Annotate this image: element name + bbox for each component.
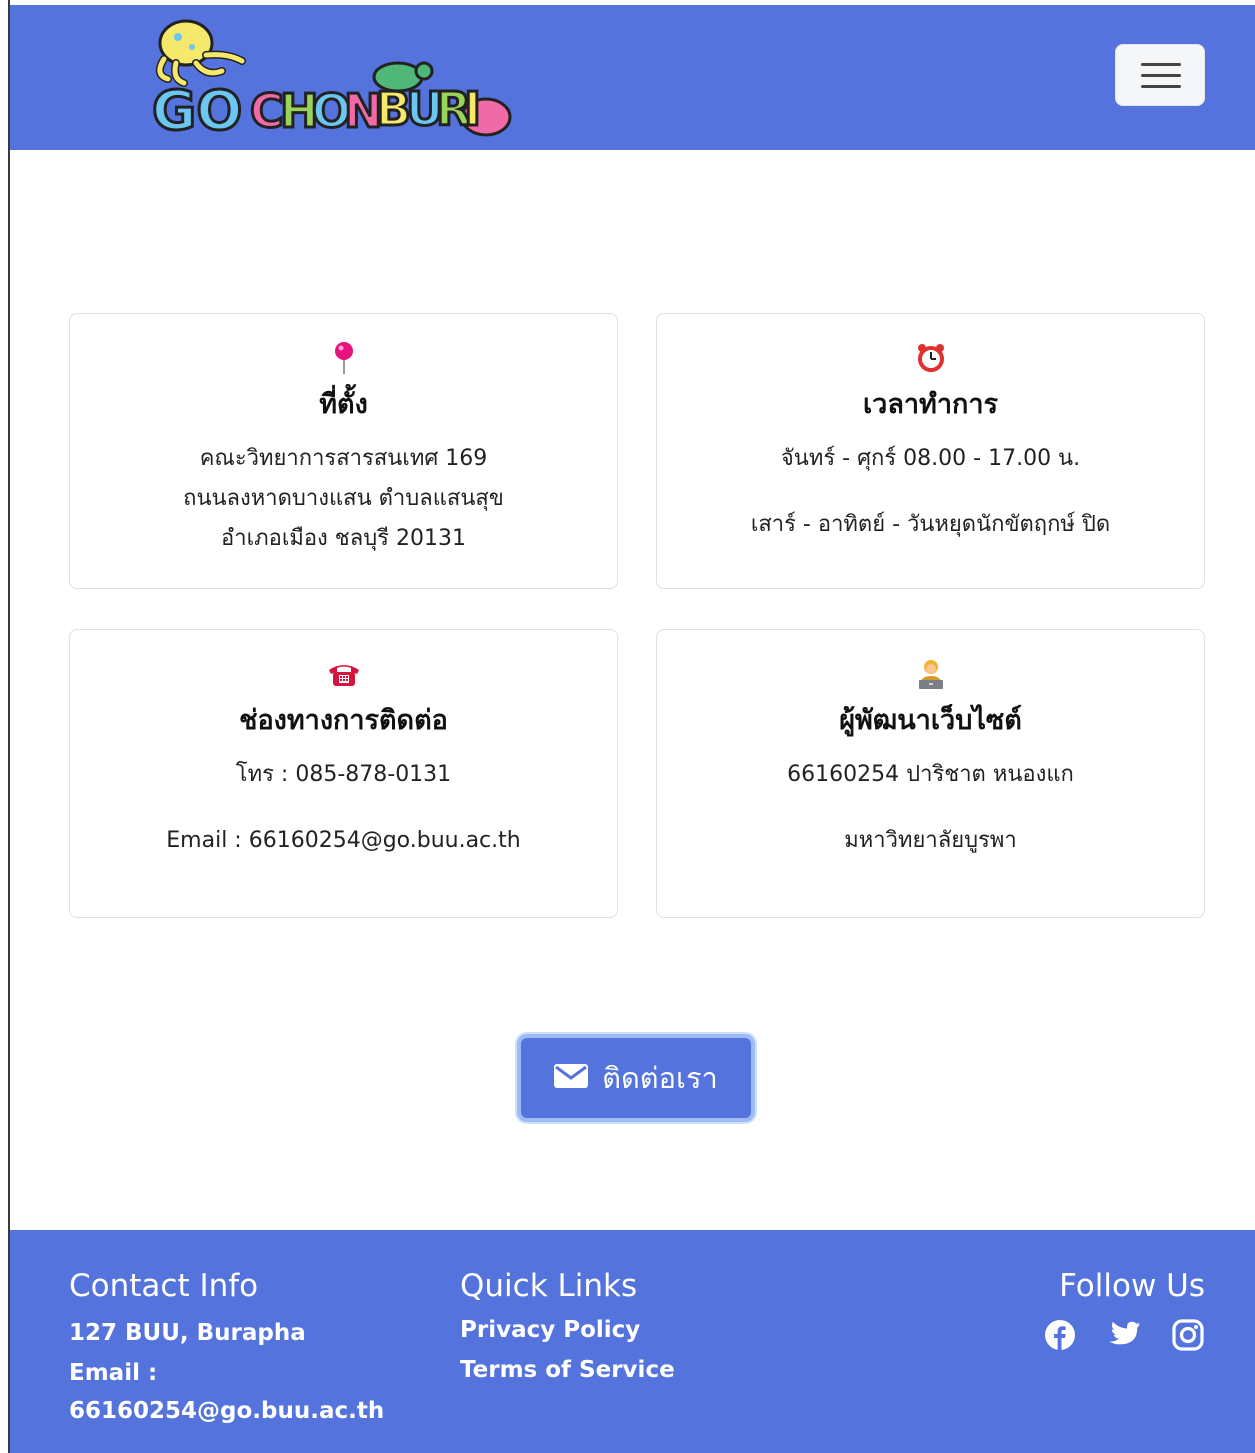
contact-us-button[interactable]: ติดต่อเรา bbox=[517, 1034, 755, 1122]
twitter-icon[interactable] bbox=[1107, 1318, 1141, 1352]
pin-icon bbox=[70, 340, 617, 376]
location-card: ที่ตั้ง คณะวิทยาการสารสนเทศ 169 ถนนลงหาด… bbox=[69, 313, 618, 589]
hours-weekday: จันทร์ - ศุกร์ 08.00 - 17.00 น. bbox=[780, 446, 1081, 471]
technologist-icon bbox=[657, 656, 1204, 692]
instagram-icon[interactable] bbox=[1171, 1318, 1205, 1352]
hamburger-line bbox=[1141, 74, 1181, 77]
terms-of-service-link[interactable]: Terms of Service bbox=[460, 1350, 675, 1390]
footer-address: 127 BUU, Burapha bbox=[69, 1320, 306, 1346]
hamburger-line bbox=[1141, 85, 1181, 88]
svg-text:C: C bbox=[250, 84, 284, 138]
card-title: ช่องทางการติดต่อ bbox=[239, 705, 448, 736]
brand-logo[interactable]: GO C H O N B U R I bbox=[146, 13, 516, 144]
svg-text:GO: GO bbox=[152, 79, 242, 142]
footer-heading: Contact Info bbox=[69, 1268, 259, 1304]
footer-heading: Follow Us bbox=[1059, 1268, 1205, 1304]
hours-weekend: เสาร์ - อาทิตย์ - วันหยุดนักขัตฤกษ์ ปิด bbox=[750, 512, 1111, 537]
contact-phone: โทร : 085-878-0131 bbox=[235, 762, 452, 787]
footer-email: 66160254@go.buu.ac.th bbox=[69, 1398, 385, 1424]
address-line: คณะวิทยาการสารสนเทศ 169 bbox=[199, 446, 488, 471]
contact-card: ช่องทางการติดต่อ โทร : 085-878-0131 Emai… bbox=[69, 629, 618, 918]
alarm-clock-icon bbox=[657, 340, 1204, 376]
privacy-policy-link[interactable]: Privacy Policy bbox=[460, 1310, 675, 1350]
telephone-icon bbox=[70, 656, 617, 692]
footer-quick-links: Quick Links Privacy Policy Terms of Serv… bbox=[460, 1268, 675, 1390]
footer-heading: Quick Links bbox=[460, 1268, 638, 1304]
footer: Contact Info 127 BUU, Burapha Email : 66… bbox=[10, 1230, 1255, 1453]
contact-us-label: ติดต่อเรา bbox=[602, 1061, 718, 1095]
hamburger-menu-icon bbox=[1141, 63, 1181, 66]
developer-university: มหาวิทยาลัยบูรพา bbox=[844, 828, 1017, 853]
facebook-icon[interactable] bbox=[1043, 1318, 1077, 1352]
developer-name: 66160254 ปาริชาต หนองแก bbox=[787, 762, 1074, 787]
address-line: อำเภอเมือง ชลบุรี 20131 bbox=[221, 526, 466, 551]
developer-card: ผู้พัฒนาเว็บไซต์ 66160254 ปาริชาต หนองแก… bbox=[656, 629, 1205, 918]
envelope-icon bbox=[554, 1061, 589, 1095]
footer-follow-us: Follow Us bbox=[1043, 1268, 1205, 1352]
navbar: GO C H O N B U R I bbox=[10, 5, 1255, 150]
card-title: ที่ตั้ง bbox=[319, 389, 368, 420]
card-title: ผู้พัฒนาเว็บไซต์ bbox=[839, 705, 1022, 736]
card-title: เวลาทำการ bbox=[862, 389, 999, 420]
svg-text:I: I bbox=[464, 82, 481, 136]
footer-email-label: Email : bbox=[69, 1360, 158, 1386]
footer-contact-info: Contact Info 127 BUU, Burapha Email : 66… bbox=[69, 1268, 384, 1428]
address-line: ถนนลงหาดบางแสน ตำบลแสนสุข bbox=[183, 486, 504, 511]
navbar-toggler-button[interactable] bbox=[1115, 44, 1205, 106]
contact-email: Email : 66160254@go.buu.ac.th bbox=[166, 828, 521, 853]
hours-card: เวลาทำการ จันทร์ - ศุกร์ 08.00 - 17.00 น… bbox=[656, 313, 1205, 589]
